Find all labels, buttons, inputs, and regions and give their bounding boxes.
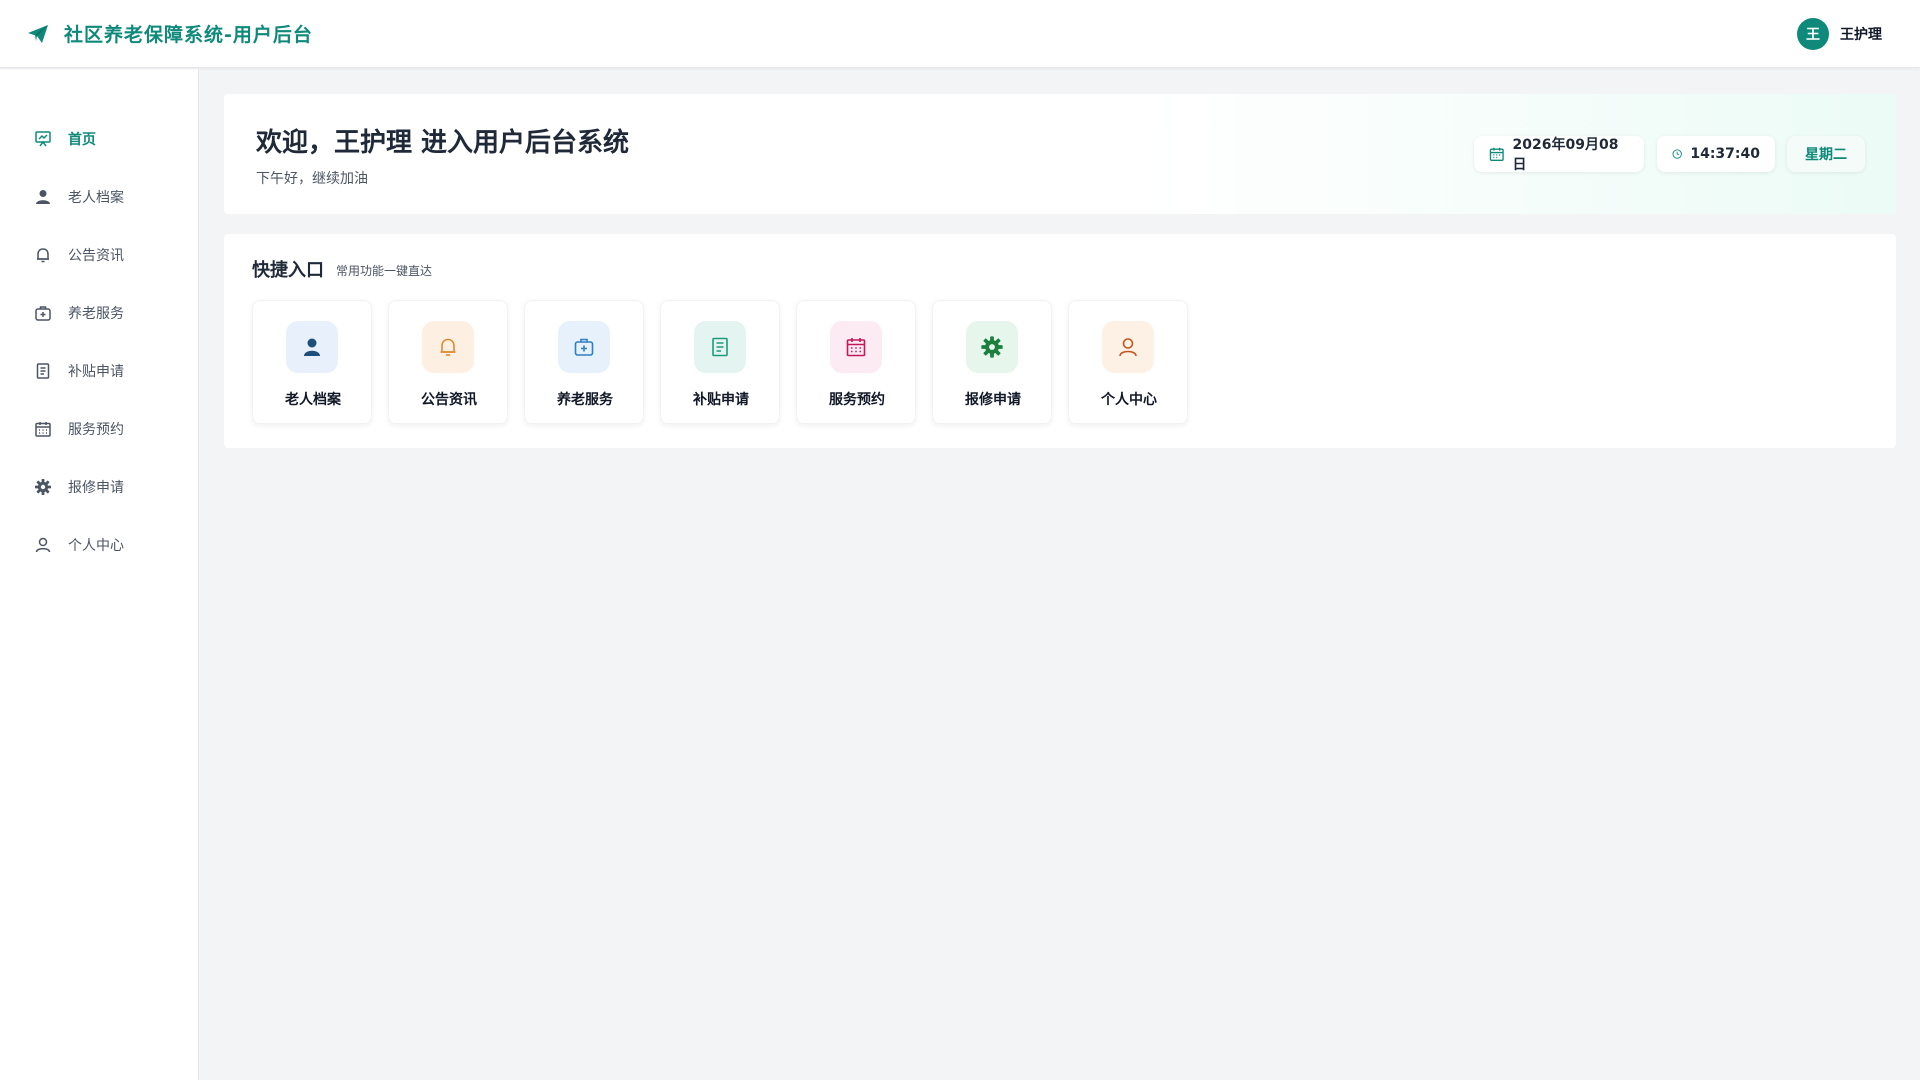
- quick-tile-announcements[interactable]: 公告资讯: [388, 300, 508, 424]
- sidebar-item-label: 个人中心: [68, 538, 124, 554]
- avatar: 王: [1797, 18, 1829, 50]
- medical-bag-icon: [34, 304, 52, 322]
- clock-icon: [1672, 149, 1682, 159]
- quick-tile-repairs[interactable]: 报修申请: [932, 300, 1052, 424]
- document-icon: [694, 321, 746, 373]
- sidebar-item-profile[interactable]: 个人中心: [0, 522, 199, 568]
- calendar-icon: [34, 420, 52, 438]
- quick-tile-elderly-services[interactable]: 养老服务: [524, 300, 644, 424]
- sidebar-item-subsidy[interactable]: 补贴申请: [0, 348, 199, 394]
- user-outline-icon: [1102, 321, 1154, 373]
- quick-entry-title: 快捷入口: [252, 260, 324, 281]
- time-chip: 14:37:40: [1657, 136, 1775, 172]
- bell-icon: [34, 246, 52, 264]
- sidebar-item-label: 养老服务: [68, 306, 124, 322]
- gear-icon: [966, 321, 1018, 373]
- calendar-icon: [830, 321, 882, 373]
- quick-tile-label: 报修申请: [965, 392, 1021, 408]
- sidebar-item-label: 老人档案: [68, 190, 124, 206]
- home-chart-icon: [34, 130, 52, 148]
- quick-tile-label: 服务预约: [829, 392, 885, 408]
- app-title: 社区养老保障系统-用户后台: [64, 24, 313, 46]
- paper-plane-icon: [25, 21, 51, 47]
- document-icon: [34, 362, 52, 380]
- current-time: 14:37:40: [1690, 146, 1760, 162]
- sidebar-item-label: 首页: [68, 132, 96, 148]
- medical-bag-icon: [558, 321, 610, 373]
- sidebar-item-elderly-services[interactable]: 养老服务: [0, 290, 199, 336]
- bell-icon: [422, 321, 474, 373]
- welcome-subtitle: 下午好，继续加油: [256, 171, 368, 187]
- sidebar-item-announcements[interactable]: 公告资讯: [0, 232, 199, 278]
- sidebar-item-repairs[interactable]: 报修申请: [0, 464, 199, 510]
- sidebar: 首页 老人档案 公告资讯 养老服务 补贴申请 服务预约 报修申请 个人中心: [0, 69, 199, 1080]
- quick-tile-label: 公告资讯: [421, 392, 477, 408]
- user-outline-icon: [34, 536, 52, 554]
- quick-tile-label: 个人中心: [1101, 392, 1157, 408]
- sidebar-item-appointments[interactable]: 服务预约: [0, 406, 199, 452]
- quick-tile-elder-records[interactable]: 老人档案: [252, 300, 372, 424]
- person-icon: [34, 188, 52, 206]
- date-chip: 2026年09月08日: [1474, 136, 1644, 173]
- quick-entry-panel: 快捷入口 常用功能一键直达 老人档案 公告资讯 养老服务 补贴申请 服务预约 报…: [224, 234, 1896, 448]
- current-weekday: 星期二: [1805, 147, 1847, 163]
- quick-tile-subsidy[interactable]: 补贴申请: [660, 300, 780, 424]
- quick-tile-appointments[interactable]: 服务预约: [796, 300, 916, 424]
- sidebar-item-label: 报修申请: [68, 480, 124, 496]
- sidebar-item-label: 公告资讯: [68, 248, 124, 264]
- person-icon: [286, 321, 338, 373]
- quick-entry-subtitle: 常用功能一键直达: [336, 264, 433, 278]
- quick-tile-profile[interactable]: 个人中心: [1068, 300, 1188, 424]
- sidebar-item-label: 补贴申请: [68, 364, 124, 380]
- welcome-title: 欢迎，王护理 进入用户后台系统: [256, 128, 630, 158]
- gear-icon: [34, 478, 52, 496]
- quick-tile-label: 养老服务: [557, 392, 613, 408]
- quick-tile-label: 老人档案: [285, 392, 341, 408]
- calendar-icon: [1489, 147, 1504, 161]
- sidebar-item-home[interactable]: 首页: [0, 116, 199, 162]
- sidebar-item-label: 服务预约: [68, 422, 124, 438]
- sidebar-item-elder-records[interactable]: 老人档案: [0, 174, 199, 220]
- welcome-banner: 欢迎，王护理 进入用户后台系统 下午好，继续加油 2026年09月08日 14:…: [224, 94, 1896, 214]
- weekday-chip: 星期二: [1787, 136, 1865, 172]
- app-logo[interactable]: 社区养老保障系统-用户后台: [25, 20, 313, 47]
- user-menu[interactable]: 王 王护理: [1797, 18, 1882, 50]
- quick-tile-label: 补贴申请: [693, 392, 749, 408]
- user-name: 王护理: [1840, 27, 1882, 43]
- current-date: 2026年09月08日: [1512, 137, 1619, 173]
- top-header: 社区养老保障系统-用户后台 王 王护理: [0, 0, 1920, 68]
